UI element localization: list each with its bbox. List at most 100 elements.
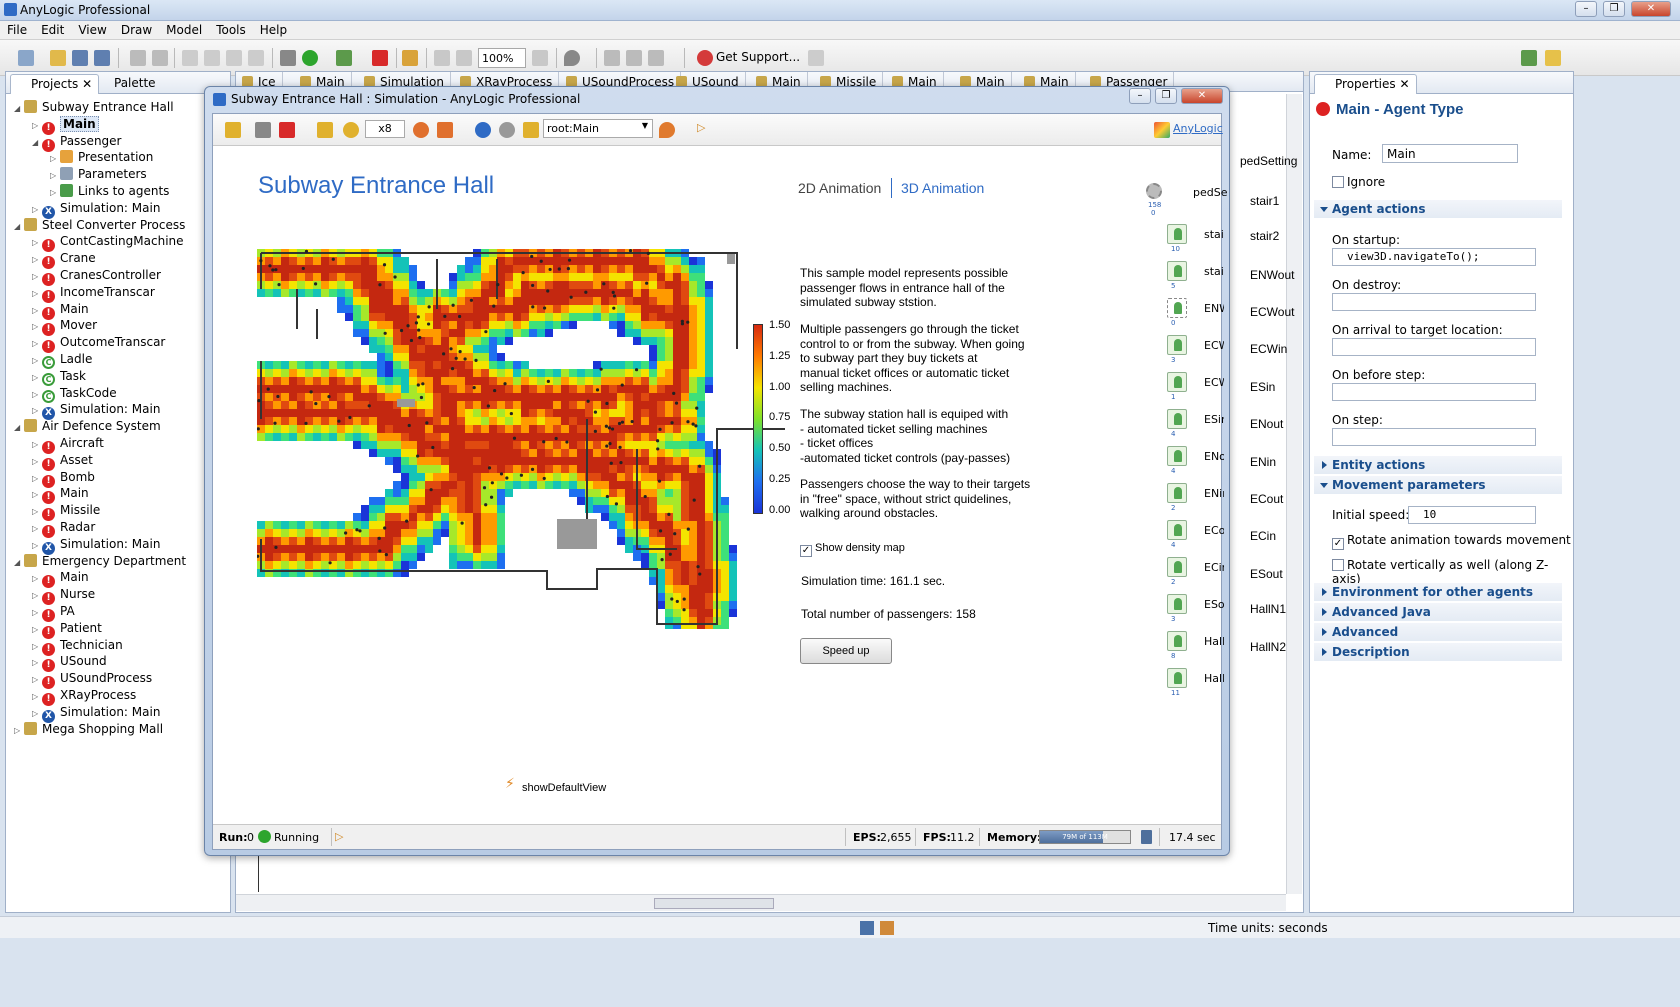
collapsed-arrow-icon[interactable]: ▷ <box>14 722 24 740</box>
sim-maximize-button[interactable]: ❐ <box>1155 88 1177 104</box>
minimize-button[interactable]: – <box>1575 1 1597 17</box>
virtual-time-icon[interactable] <box>437 122 453 138</box>
initial-speed-field[interactable]: 10 <box>1408 506 1536 524</box>
root-selector[interactable]: root:Main ▼ <box>543 119 653 138</box>
tree-item[interactable]: ▷ X Simulation: Main <box>32 703 160 723</box>
tree-item[interactable]: ▷! Nurse <box>32 585 95 606</box>
stop-icon[interactable] <box>279 122 295 138</box>
tree-item[interactable]: ▷ Mega Shopping Mall <box>14 720 163 738</box>
step-icon[interactable] <box>255 122 271 138</box>
tree-item[interactable]: ▷! Patient <box>32 619 102 639</box>
on-before-step-field[interactable] <box>1332 383 1536 401</box>
tree-item[interactable]: ◢ Emergency Department <box>14 552 186 570</box>
section-entity-actions[interactable]: Entity actions <box>1314 456 1562 474</box>
tree-item[interactable]: ▷! ContCastingMachine <box>32 232 184 253</box>
editor-hscrollbar[interactable] <box>236 894 1286 911</box>
tree-item[interactable]: ▷! Asset <box>32 451 93 471</box>
tree-item[interactable]: ▷! OutcomeTranscar <box>32 333 165 354</box>
tool-icon[interactable] <box>808 50 824 66</box>
menu-draw[interactable]: Draw <box>114 21 159 37</box>
open-icon[interactable] <box>50 50 66 66</box>
tree-item[interactable]: ▷! PA <box>32 602 75 622</box>
console-icon[interactable] <box>860 921 874 935</box>
build-icon[interactable] <box>280 50 296 66</box>
expanded-arrow-icon[interactable]: ◢ <box>14 554 24 572</box>
tree-item[interactable]: ▷! Mover <box>32 316 97 337</box>
tree-item[interactable]: ▷ Presentation <box>50 148 153 166</box>
agent-population-icon[interactable] <box>1167 557 1187 577</box>
tree-item[interactable]: ◢! Passenger <box>32 132 121 152</box>
rotate-vertical-checkbox[interactable]: Rotate vertically as well (along Z-axis) <box>1332 558 1573 586</box>
redo-icon[interactable] <box>152 50 168 66</box>
on-step-field[interactable] <box>1332 428 1536 446</box>
menu-tools[interactable]: Tools <box>209 21 253 37</box>
tree-item[interactable]: ▷! Main <box>32 115 99 135</box>
close-button[interactable]: ✕ <box>1631 1 1671 17</box>
tree-item[interactable]: ▷! Crane <box>32 249 96 270</box>
zoom-combo[interactable]: 100% <box>478 48 526 68</box>
tree-item[interactable]: ▷! Radar <box>32 518 95 538</box>
zoom-icon[interactable] <box>532 50 548 66</box>
show-density-map-checkbox[interactable]: ✓ Show density map <box>800 540 905 557</box>
section-environment[interactable]: Environment for other agents <box>1314 583 1562 601</box>
ped-settings-gear-icon[interactable] <box>1146 183 1162 199</box>
agent-population-icon[interactable] <box>1167 668 1187 688</box>
maximize-button[interactable]: ❐ <box>1603 1 1625 17</box>
support-lifebuoy-icon[interactable] <box>697 50 713 66</box>
tree-item[interactable]: ▷ X Simulation: Main <box>32 535 160 555</box>
new-model-icon[interactable] <box>18 50 34 66</box>
save-all-icon[interactable] <box>94 50 110 66</box>
agent-population-icon[interactable] <box>1167 594 1187 614</box>
view-3d-link[interactable]: 3D Animation <box>901 180 984 196</box>
agent-population-icon[interactable] <box>1167 631 1187 651</box>
copy-icon[interactable] <box>204 50 220 66</box>
cut-icon[interactable] <box>182 50 198 66</box>
agent-population-icon[interactable] <box>1167 335 1187 355</box>
tree-item[interactable]: ▷ C TaskCode <box>32 384 117 403</box>
navigate-icon[interactable] <box>475 122 491 138</box>
tree-item[interactable]: ▷! Main <box>32 484 89 505</box>
speed-up-button[interactable]: Speed up <box>800 638 892 664</box>
editor-vscrollbar[interactable] <box>1286 94 1302 894</box>
anylogic-link[interactable]: AnyLogic <box>1173 122 1223 135</box>
slower-icon[interactable] <box>317 122 333 138</box>
section-description[interactable]: Description <box>1314 643 1562 661</box>
play-arrow-icon[interactable]: ▷ <box>697 121 705 134</box>
zoom-selection-icon[interactable] <box>456 50 472 66</box>
run-icon[interactable] <box>302 50 318 66</box>
location-pin-icon[interactable] <box>564 50 580 66</box>
tree-item[interactable]: ▷! Missile <box>32 501 100 522</box>
tree-item[interactable]: ▷! Technician <box>32 636 123 656</box>
tab-projects[interactable]: Projects ✕ <box>10 74 100 94</box>
tab-palette[interactable]: Palette <box>94 74 162 94</box>
save-icon[interactable] <box>72 50 88 66</box>
tree-item[interactable]: ▷ C Task <box>32 367 86 386</box>
view-2d-link[interactable]: 2D Animation <box>798 180 881 196</box>
tree-item[interactable]: ▷! Bomb <box>32 468 95 488</box>
undo-icon[interactable] <box>130 50 146 66</box>
view-icon[interactable] <box>523 122 539 138</box>
problems-icon[interactable] <box>880 921 894 935</box>
agent-population-icon[interactable] <box>1167 372 1187 392</box>
pause-icon[interactable] <box>225 122 241 138</box>
section-advanced-java[interactable]: Advanced Java <box>1314 603 1562 621</box>
zoom-fit-icon[interactable] <box>434 50 450 66</box>
agent-population-icon[interactable] <box>1167 409 1187 429</box>
tree-item[interactable]: ▷ X Simulation: Main <box>32 400 160 421</box>
play-arrow-icon[interactable]: ▷ <box>335 830 343 843</box>
expanded-arrow-icon[interactable]: ◢ <box>14 419 24 437</box>
camera-icon[interactable] <box>499 122 515 138</box>
tree-item[interactable]: ▷ C Ladle <box>32 350 92 369</box>
ignore-checkbox[interactable]: Ignore <box>1332 175 1385 189</box>
rotate-animation-checkbox[interactable]: ✓ Rotate animation towards movement <box>1332 533 1571 550</box>
agent-population-icon[interactable] <box>1167 483 1187 503</box>
wand-icon[interactable] <box>402 50 418 66</box>
hscroll-thumb[interactable] <box>654 898 774 909</box>
menu-view[interactable]: View <box>71 21 113 37</box>
tree-item[interactable]: ▷! IncomeTranscar <box>32 283 155 303</box>
tree-item[interactable]: ▷ Parameters <box>50 165 147 183</box>
section-agent-actions[interactable]: Agent actions <box>1314 200 1562 218</box>
delete-icon[interactable] <box>248 50 264 66</box>
debug-icon[interactable] <box>336 50 352 66</box>
name-field[interactable]: Main <box>1382 144 1518 163</box>
